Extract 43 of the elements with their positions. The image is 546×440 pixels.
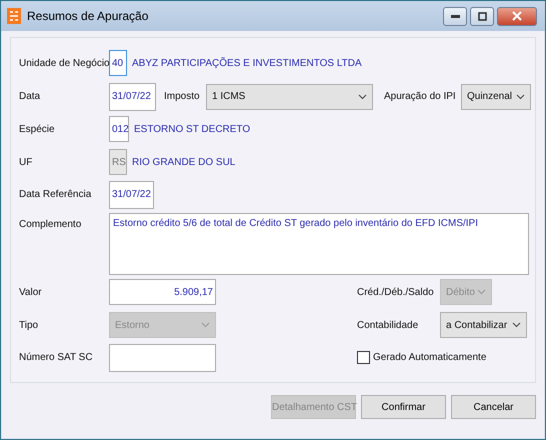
field-label: Contabilidade [357, 320, 420, 331]
field-label: Data Referência [19, 189, 92, 200]
close-button[interactable] [497, 6, 537, 26]
field-label: Valor [19, 286, 43, 298]
dialog-button[interactable]: Cancelar [451, 395, 536, 419]
maximize-button[interactable] [470, 6, 494, 26]
field-label: Tipo [19, 320, 40, 331]
dialog-button[interactable]: Confirmar [361, 395, 446, 419]
chevron-down-icon [512, 322, 521, 328]
date-field[interactable]: 31/07/22 [109, 82, 156, 111]
field-label: Imposto [164, 91, 201, 102]
field-label: Número SAT SC [19, 352, 94, 364]
date-field[interactable]: 31/07/22 [109, 180, 154, 209]
tax-select[interactable]: 1 ICMS [206, 84, 373, 110]
sat-number-field[interactable] [109, 344, 216, 372]
complement-textarea[interactable]: Estorno crédito 5/6 de total de Crédito ST gerado pelo inventário do EFD ICMS/IPI [109, 212, 529, 275]
company-name: ABYZ PARTICIPAÇÕES E INVESTIMENTOS LTDA [132, 58, 362, 69]
chevron-down-icon [516, 94, 525, 100]
field-label: Espécie [19, 124, 56, 135]
field-label: Unidade de Negócio [19, 58, 109, 69]
chevron-down-icon [201, 322, 210, 328]
chevron-down-icon [477, 289, 486, 296]
accounting-select[interactable]: a Contabilizar [440, 312, 527, 338]
species-name: ESTORNO ST DECRETO [134, 124, 250, 135]
window-title: Resumos de Apuração [27, 9, 150, 23]
minimize-icon [450, 14, 460, 18]
close-icon [512, 11, 522, 21]
field-label: Data [19, 91, 42, 102]
field-label: Complemento [19, 218, 82, 230]
code-field[interactable]: 40 [109, 50, 127, 76]
app-icon [7, 8, 21, 24]
value-field[interactable]: 5.909,17 [109, 279, 216, 306]
maximize-icon [478, 12, 486, 20]
checkbox-label: Gerado Automaticamente [373, 352, 486, 364]
minimize-button[interactable] [443, 6, 467, 26]
field-label: UF [19, 156, 34, 168]
chevron-down-icon [358, 94, 367, 100]
field-label: Créd./Déb./Saldo [357, 286, 435, 298]
period-select[interactable]: Quinzenal [461, 84, 531, 110]
checkbox[interactable] [357, 351, 370, 364]
field-label: Apuração do IPI [384, 91, 457, 102]
code-field[interactable]: 012 [109, 116, 129, 142]
state-name: RIO GRANDE DO SUL [132, 156, 236, 168]
